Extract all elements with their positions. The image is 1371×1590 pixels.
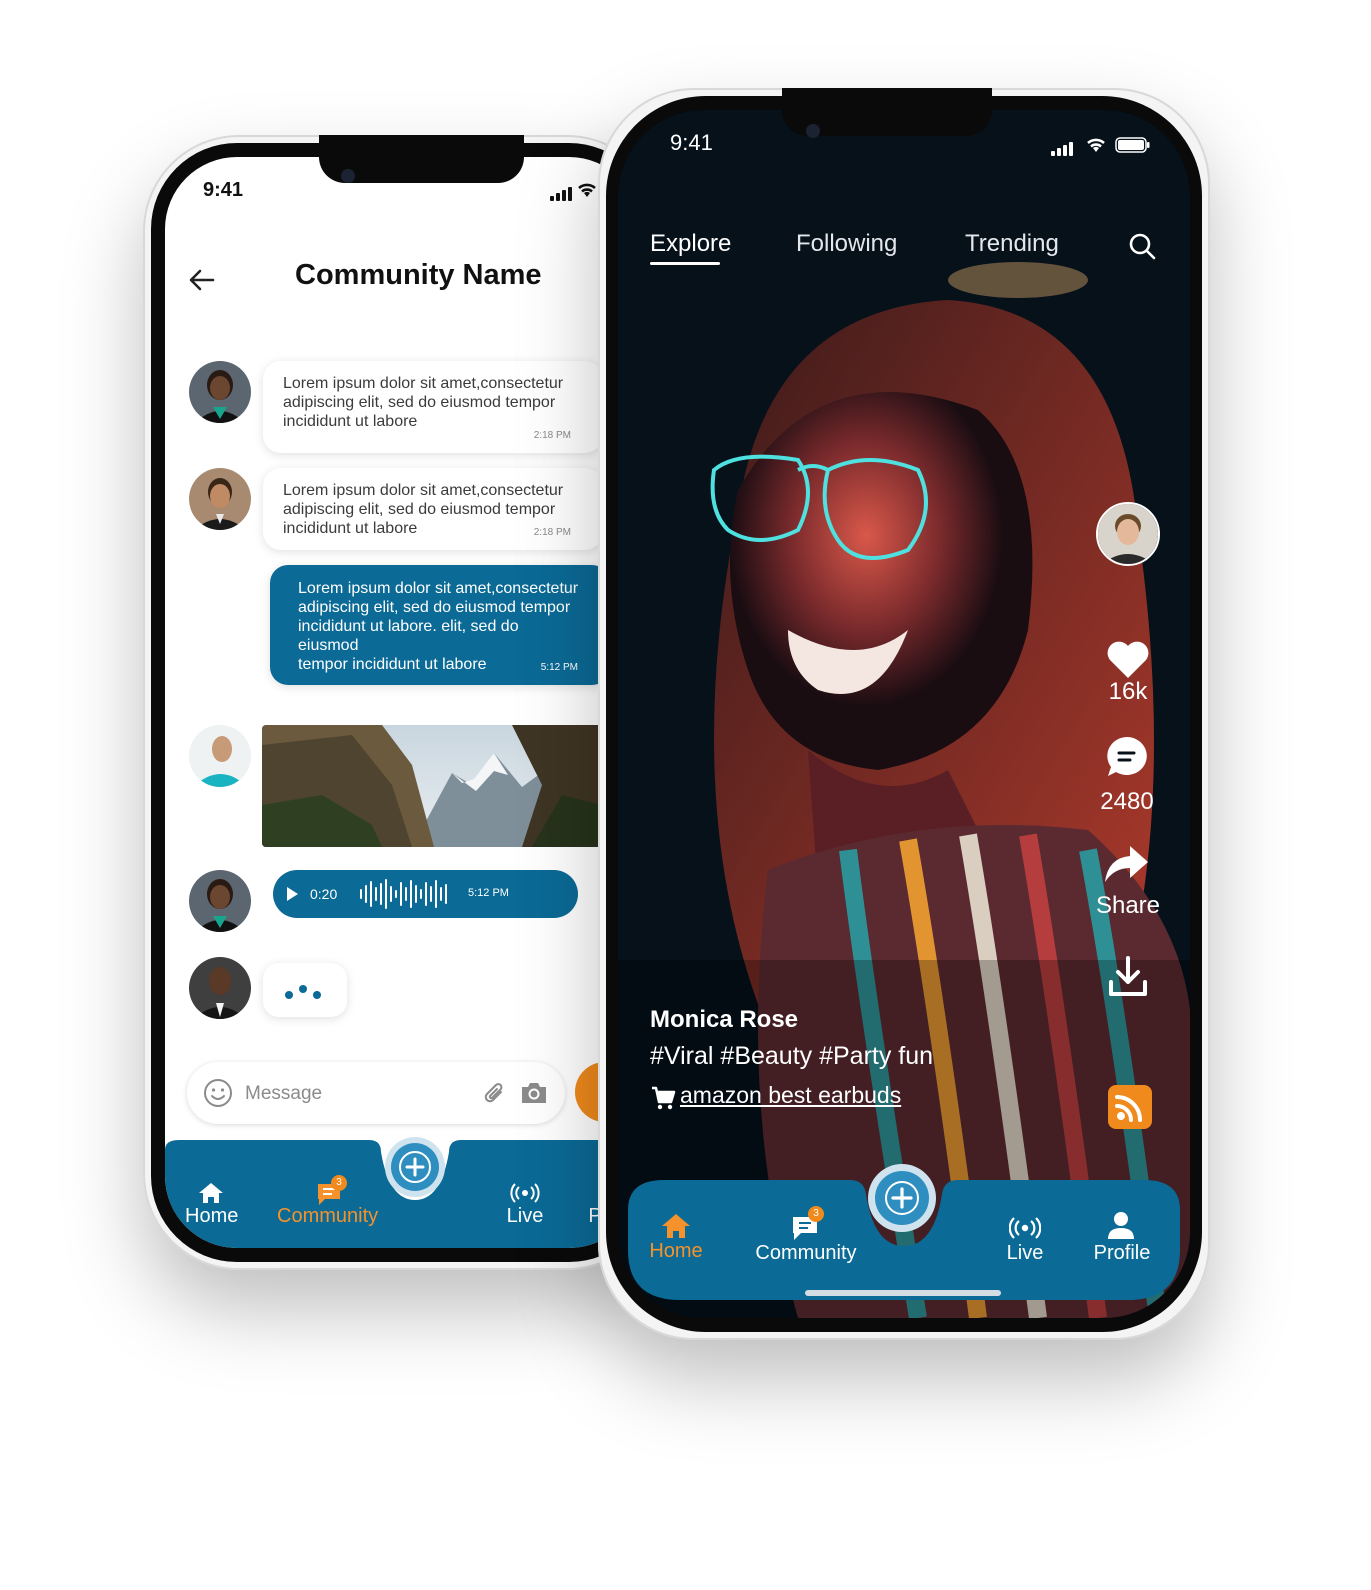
creator-avatar[interactable] [1096, 502, 1160, 566]
tab-underline [650, 262, 720, 265]
tab-explore[interactable]: Explore [650, 230, 731, 258]
plus-icon [885, 1181, 919, 1215]
message-time: 2:18 PM [533, 527, 571, 538]
post-hashtags[interactable]: #Viral #Beauty #Party fun [650, 1042, 933, 1071]
message-text: Lorem ipsum dolor sit amet,consectetur a… [298, 580, 579, 673]
signal-icon [550, 187, 572, 201]
avatar[interactable] [189, 725, 251, 787]
paperclip-icon[interactable] [483, 1080, 507, 1106]
nav-live[interactable]: Live [1000, 1242, 1050, 1265]
chat-screen: 9:41 Community Name Lorem ipsum dolor si… [165, 157, 641, 1248]
message-text: Lorem ipsum dolor sit amet,consectetur a… [283, 375, 564, 430]
create-button[interactable] [868, 1164, 936, 1232]
voice-duration: 0:20 [310, 886, 338, 902]
arrow-left-icon[interactable] [187, 265, 217, 295]
voice-message[interactable]: 0:20 5:12 PM [273, 870, 578, 918]
chat-phone-mockup: 9:41 Community Name Lorem ipsum dolor si… [143, 135, 663, 1270]
shopping-cart-icon [652, 1086, 676, 1110]
play-icon[interactable] [287, 887, 298, 901]
nav-profile[interactable]: Profile [1088, 1242, 1156, 1265]
plus-icon [399, 1151, 431, 1183]
share-label[interactable]: Share [1088, 892, 1168, 920]
download-icon[interactable] [1107, 956, 1149, 998]
waveform-icon [360, 879, 447, 909]
video-feed-screen: 9:41 Explore Following Trending 16k 2480… [618, 110, 1190, 1318]
tab-following[interactable]: Following [796, 230, 897, 258]
camera-icon[interactable] [519, 1080, 549, 1106]
live-broadcast-icon[interactable] [510, 1182, 540, 1204]
create-button[interactable] [385, 1137, 445, 1197]
message-bubble[interactable]: Lorem ipsum dolor sit amet,consectetur a… [263, 468, 603, 550]
avatar[interactable] [189, 870, 251, 932]
nav-live[interactable]: Live [505, 1205, 545, 1228]
message-time: 2:18 PM [533, 430, 571, 441]
search-icon[interactable] [1128, 232, 1156, 260]
wifi-icon [578, 183, 596, 197]
video-feed-phone-mockup: 9:41 Explore Following Trending 16k 2480… [598, 88, 1210, 1340]
product-link[interactable]: amazon best earbuds [680, 1082, 901, 1109]
creator-name[interactable]: Monica Rose [650, 1006, 798, 1034]
message-bubble[interactable]: Lorem ipsum dolor sit amet,consectetur a… [263, 361, 603, 453]
tab-trending[interactable]: Trending [965, 230, 1059, 258]
page-title: Community Name [295, 259, 542, 291]
share-icon[interactable] [1102, 844, 1150, 884]
nav-home[interactable]: Home [644, 1240, 708, 1263]
emoji-icon[interactable] [203, 1078, 233, 1108]
comment-icon[interactable] [1104, 734, 1150, 780]
battery-icon [1115, 137, 1150, 153]
my-message-bubble[interactable]: Lorem ipsum dolor sit amet,consectetur a… [270, 565, 610, 685]
home-icon[interactable] [660, 1212, 692, 1240]
rss-icon[interactable] [1108, 1085, 1152, 1129]
status-time: 9:41 [670, 130, 713, 155]
voice-time: 5:12 PM [468, 887, 509, 899]
typing-indicator [263, 963, 347, 1017]
avatar[interactable] [189, 468, 251, 530]
signal-icon [1051, 142, 1073, 156]
message-placeholder: Message [245, 1083, 323, 1104]
avatar[interactable] [189, 957, 251, 1019]
nav-home[interactable]: Home [185, 1205, 238, 1228]
avatar[interactable] [189, 361, 251, 423]
message-time: 5:12 PM [540, 662, 578, 673]
message-input[interactable]: Message [187, 1062, 565, 1124]
phone-notch [782, 88, 992, 138]
home-icon[interactable] [197, 1181, 225, 1205]
mountain-photo [262, 725, 602, 847]
like-count: 16k [1108, 678, 1148, 705]
status-time: 9:41 [203, 179, 244, 201]
notification-badge: 3 [808, 1206, 824, 1222]
heart-icon[interactable] [1105, 638, 1151, 680]
notification-badge: 3 [331, 1175, 347, 1191]
image-message[interactable] [262, 725, 602, 847]
phone-notch [319, 135, 524, 183]
nav-community[interactable]: Community [277, 1205, 378, 1228]
wifi-icon [1087, 138, 1105, 152]
live-broadcast-icon[interactable] [1009, 1216, 1041, 1240]
video-background-photo[interactable] [618, 110, 1190, 1318]
home-indicator[interactable] [805, 1290, 1001, 1296]
profile-icon[interactable] [1106, 1210, 1136, 1240]
nav-community[interactable]: Community [748, 1242, 864, 1265]
comment-count: 2480 [1100, 788, 1154, 815]
